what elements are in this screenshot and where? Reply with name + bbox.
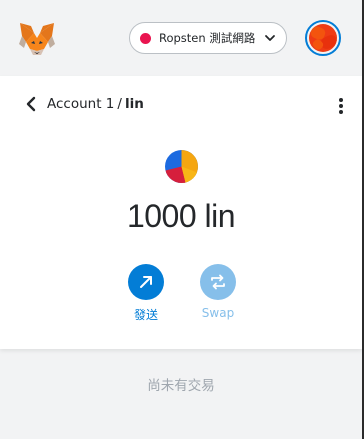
kebab-menu-icon[interactable] [334,97,348,115]
swap-arrows-icon [211,274,225,290]
breadcrumb-account[interactable]: Account 1 [47,96,114,112]
send-button[interactable]: 發送 [114,264,178,323]
breadcrumb-separator: / [117,96,122,112]
app-header: Ropsten 測試網路 [0,0,362,76]
metamask-fox-icon[interactable] [18,22,56,56]
chevron-left-icon[interactable] [24,96,38,112]
token-identicon [165,150,198,183]
account-identicon [309,24,337,52]
send-button-label: 發送 [133,308,158,322]
swap-button-circle[interactable] [200,264,236,300]
send-button-circle[interactable] [128,264,164,300]
breadcrumb: Account 1/lin [47,96,144,112]
token-balance: 1000 lin [126,198,236,234]
breadcrumb-token: lin [124,96,144,112]
network-selector[interactable]: Ropsten 測試網路 [129,22,287,54]
network-label: Ropsten 測試網路 [159,31,256,45]
chevron-down-icon [265,35,275,41]
arrow-up-right-icon [140,276,152,288]
activity-empty-state: 尚未有交易 [147,378,215,394]
swap-button-label: Swap [201,306,235,320]
swap-button[interactable]: Swap [186,264,250,320]
wallet-popup: Ropsten 測試網路 Account 1/lin 1000 lin 發送 S… [0,0,362,439]
asset-overview-card: Account 1/lin 1000 lin 發送 Swap [0,76,362,349]
account-avatar-button[interactable] [305,20,341,56]
network-status-dot [140,32,151,44]
